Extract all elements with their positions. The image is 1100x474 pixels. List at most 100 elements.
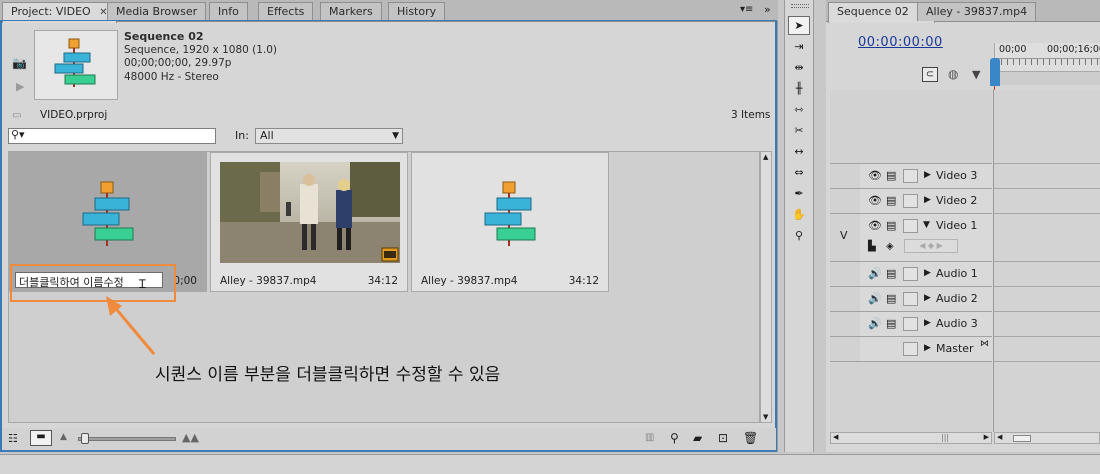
lock-toggle[interactable] [903, 194, 918, 208]
scroll-left-icon[interactable]: ◀ [833, 433, 838, 441]
track-video-2[interactable]: 👁 ▤ ▶ Video 2 [860, 189, 992, 214]
track-lane[interactable] [994, 262, 1100, 287]
timeline-scrollbar[interactable]: ◀ [994, 432, 1100, 444]
zoom-out-icon[interactable]: ▲ [60, 432, 67, 442]
tab-info[interactable]: Info [209, 2, 248, 21]
find-icon[interactable]: ⚲ [670, 431, 679, 445]
scroll-grip-icon[interactable]: ||| [941, 433, 949, 442]
play-icon[interactable]: ▶ [16, 80, 24, 93]
track-lane[interactable] [994, 189, 1100, 214]
keyframe-navigator[interactable]: ◀ ◆ ▶ [904, 239, 958, 253]
tab-alley-clip[interactable]: Alley - 39837.mp4 [917, 2, 1037, 21]
snap-icon[interactable]: ⊂ [922, 67, 938, 82]
sync-lock-icon[interactable]: ▤ [886, 292, 896, 305]
tab-effects[interactable]: Effects [258, 2, 314, 21]
sync-lock-icon[interactable]: ▤ [886, 219, 896, 232]
lock-toggle[interactable] [903, 219, 918, 233]
expand-triangle-icon[interactable]: ▶ [924, 343, 931, 353]
bin-scrollbar[interactable]: ▲ ▼ [760, 151, 772, 423]
camera-icon[interactable]: 📷 [12, 56, 27, 70]
panel-grip[interactable] [791, 4, 809, 8]
track-target-empty[interactable] [830, 287, 860, 312]
tab-markers[interactable]: Markers [320, 2, 382, 21]
slide-tool-icon[interactable]: ⇔ [788, 163, 810, 182]
eye-icon[interactable]: 👁 [868, 169, 882, 182]
automate-to-sequence-icon[interactable]: ▥ [645, 432, 654, 443]
sync-lock-icon[interactable]: ▤ [886, 317, 896, 330]
sync-lock-icon[interactable]: ▤ [886, 194, 896, 207]
sequence-marker-icon[interactable]: ◍ [948, 67, 958, 81]
track-audio-1[interactable]: 🔊 ▤ ▶ Audio 1 [860, 262, 992, 287]
track-lane[interactable] [994, 312, 1100, 337]
lock-toggle[interactable] [903, 267, 918, 281]
source-patch-v[interactable]: V [830, 214, 860, 262]
track-select-tool-icon[interactable]: ⇥ [788, 37, 810, 56]
track-target-empty[interactable] [830, 262, 860, 287]
sync-lock-icon[interactable]: ▤ [886, 169, 896, 182]
speaker-icon[interactable]: 🔊 [868, 292, 882, 305]
track-lane[interactable] [994, 214, 1100, 262]
track-audio-2[interactable]: 🔊 ▤ ▶ Audio 2 [860, 287, 992, 312]
lock-toggle[interactable] [903, 342, 918, 356]
tab-project[interactable]: Project: VIDEO ✕ [2, 2, 117, 23]
track-lane[interactable] [994, 287, 1100, 312]
eye-icon[interactable]: 👁 [868, 194, 882, 207]
expand-triangle-icon[interactable]: ▶ [924, 293, 931, 303]
pen-tool-icon[interactable]: ✒ [788, 184, 810, 203]
scroll-left-icon[interactable]: ◀ [997, 433, 1002, 441]
add-marker-icon[interactable]: ▼ [972, 68, 980, 81]
slip-tool-icon[interactable]: ↔ [788, 142, 810, 161]
ripple-edit-tool-icon[interactable]: ⇹ [788, 58, 810, 77]
track-video-3[interactable]: 👁 ▤ ▶ Video 3 [860, 164, 992, 189]
scroll-up-icon[interactable]: ▲ [763, 153, 768, 161]
keyframe-icon[interactable]: ◈ [886, 241, 894, 252]
lock-toggle[interactable] [903, 169, 918, 183]
eye-icon[interactable]: 👁 [868, 219, 882, 232]
new-bin-icon[interactable]: ▰ [693, 431, 702, 445]
search-input[interactable]: ⚲▾ [8, 128, 216, 144]
lock-toggle[interactable] [903, 317, 918, 331]
collapse-triangle-icon[interactable]: ▼ [923, 220, 930, 230]
expand-triangle-icon[interactable]: ▶ [924, 318, 931, 328]
tab-history[interactable]: History [388, 2, 446, 21]
track-video-1[interactable]: 👁 ▤ ▼ Video 1 ▙ ◈ ◀ ◆ ▶ [860, 214, 992, 262]
expand-triangle-icon[interactable]: ▶ [924, 170, 931, 180]
speaker-icon[interactable]: 🔊 [868, 317, 882, 330]
rolling-edit-tool-icon[interactable]: ╫ [788, 79, 810, 98]
rate-stretch-tool-icon[interactable]: ⇿ [788, 100, 810, 119]
zoom-tool-icon[interactable]: ⚲ [788, 226, 810, 245]
panel-scroll-right-icon[interactable]: » [764, 3, 771, 16]
scroll-down-icon[interactable]: ▼ [763, 413, 768, 421]
scroll-thumb[interactable] [1013, 435, 1031, 442]
work-area-bar[interactable] [995, 71, 1100, 85]
time-ruler[interactable]: 00;00 00;00;16;00 [994, 43, 1100, 85]
track-lane[interactable] [994, 164, 1100, 189]
timecode-display[interactable]: 00:00:00:00 [858, 35, 943, 50]
zoom-in-icon[interactable]: ▲▲ [182, 431, 199, 444]
lock-toggle[interactable] [903, 292, 918, 306]
scroll-right-icon[interactable]: ▶ [984, 433, 989, 441]
new-item-icon[interactable]: ⊡ [718, 431, 728, 445]
tab-media-browser[interactable]: Media Browser [107, 2, 207, 21]
playhead-handle[interactable] [990, 58, 1000, 86]
display-style-icon[interactable]: ▙ [868, 241, 876, 252]
trash-icon[interactable]: 🗑 [743, 431, 758, 445]
bin-item-sequence[interactable]: Alley - 39837.mp4 34:12 [411, 152, 609, 292]
track-target-empty[interactable] [830, 189, 860, 214]
zoom-slider-track[interactable] [78, 437, 176, 441]
zoom-slider-thumb[interactable] [81, 433, 89, 444]
header-scrollbar[interactable]: ◀ ||| ▶ [830, 432, 992, 444]
selection-tool-icon[interactable]: ➤ [788, 16, 810, 35]
track-target-empty[interactable] [830, 164, 860, 189]
sync-lock-icon[interactable]: ▤ [886, 267, 896, 280]
razor-tool-icon[interactable]: ✂ [788, 121, 810, 140]
expand-triangle-icon[interactable]: ▶ [924, 268, 931, 278]
track-master[interactable]: ▶ Master ⋈ [860, 337, 992, 362]
list-view-icon[interactable]: ☷ [8, 432, 18, 445]
track-lane[interactable] [994, 337, 1100, 362]
track-audio-3[interactable]: 🔊 ▤ ▶ Audio 3 [860, 312, 992, 337]
track-target-empty[interactable] [830, 312, 860, 337]
speaker-icon[interactable]: 🔊 [868, 267, 882, 280]
bin-item-video[interactable]: Alley - 39837.mp4 34:12 [210, 152, 408, 292]
icon-view-icon[interactable]: ▬ [30, 430, 52, 446]
